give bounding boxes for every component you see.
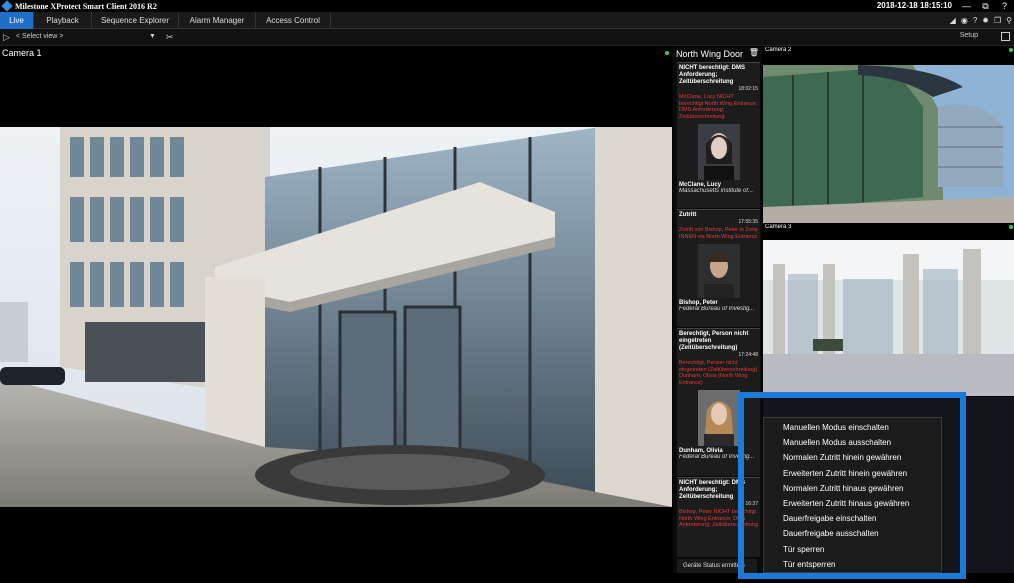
menu-item-grant-extended-access-out[interactable]: Erweiterten Zutritt hinaus gewähren [764,496,941,511]
event-detail: Zutritt von Bishop, Peter in Zone INNEN … [679,227,758,240]
camera-2-label: Camera 2 [765,47,792,53]
menu-item-unlock-door[interactable]: Tür entsperren [764,557,941,572]
camera-3-label: Camera 3 [765,224,792,230]
window-controls: — ⧉ ? [957,0,1014,12]
fullscreen-icon[interactable] [1001,32,1010,41]
camera-2-live-indicator-icon [1009,48,1013,52]
help-icon[interactable]: ? [973,16,977,25]
events-title: North Wing Door 🗑 [673,47,762,61]
setup-button[interactable]: Setup [960,32,978,39]
eye-icon[interactable]: ◉ [961,16,968,25]
tab-toolbar-icons: ◢ ◉ ? ✹ ❐ ⚲ [950,12,1012,29]
cardholder-org: Massachusetts institute of... [679,188,754,194]
door-context-menu: Manuellen Modus einschalten Manuellen Mo… [763,417,942,573]
pin-icon[interactable]: ⚲ [1006,16,1012,25]
app-title: Milestone XProtect Smart Client 2016 R2 [15,1,157,11]
menu-item-lock-door[interactable]: Tür sperren [764,542,941,557]
main-tabs: Live Playback Sequence Explorer Alarm Ma… [0,12,1014,29]
camera-3-view[interactable]: Camera 3 [763,224,1014,396]
restore-button[interactable]: ⧉ [976,0,995,12]
view-toolbar: ▷ < Select view > ▼ ✂ Setup [0,29,1014,46]
event-time: 17:24:48 [738,352,758,358]
delete-icon[interactable]: 🗑 [749,48,759,57]
windows-icon[interactable]: ❐ [994,16,1001,25]
camera-2-view[interactable]: Camera 2 [763,47,1014,223]
event-heading: NICHT berechtigt: DMS Anforderung; Zeitü… [679,65,745,85]
menu-item-grant-extended-access-in[interactable]: Erweiterten Zutritt hinein gewähren [764,466,941,481]
camera-1-label: Camera 1 [2,48,42,58]
camera-icon[interactable]: ◢ [950,16,956,25]
camera-3-image [763,224,1014,396]
milestone-logo-icon [1,0,13,12]
cardholder-photo [697,124,740,180]
menu-item-grant-normal-access-in[interactable]: Normalen Zutritt hinein gewähren [764,450,941,465]
view-pane-toggle-icon[interactable]: ▷ [3,32,10,43]
camera-2-image [763,47,1014,223]
event-heading: Berechtigt, Person nicht eingetreten (Ze… [679,331,749,351]
tab-sequence-explorer[interactable]: Sequence Explorer [92,12,179,29]
chevron-down-icon: ▼ [148,33,156,40]
cardholder-org: Federal Bureau of Investig... [679,306,755,312]
cardholder-photo [697,390,740,446]
tab-access-control[interactable]: Access Control [256,12,331,29]
event-detail: Berechtigt, Person nicht eingetreten (Ze… [679,360,758,386]
event-time: 17:55:35 [738,219,758,225]
view-select-label: < Select view > [15,33,64,40]
title-bar: Milestone XProtect Smart Client 2016 R2 … [0,0,1014,12]
live-indicator-icon [665,51,669,55]
menu-item-grant-normal-access-out[interactable]: Normalen Zutritt hinaus gewähren [764,481,941,496]
tab-alarm-manager[interactable]: Alarm Manager [179,12,256,29]
camera-3-live-indicator-icon [1009,225,1013,229]
tab-live[interactable]: Live [0,12,34,29]
view-select-dropdown[interactable]: < Select view > ▼ [16,31,156,43]
event-time: 18:02:15 [738,86,758,92]
gear-icon[interactable]: ✹ [982,16,989,25]
menu-item-manual-mode-on[interactable]: Manuellen Modus einschalten [764,420,941,435]
menu-item-permanent-release-on[interactable]: Dauerfreigabe einschalten [764,511,941,526]
event-heading: Zutritt [679,212,697,218]
help-button[interactable]: ? [995,0,1014,12]
menu-item-permanent-release-off[interactable]: Dauerfreigabe ausschalten [764,526,941,541]
datetime-display: 2018-12-18 18:15:10 [876,1,952,10]
door-name: North Wing Door [676,49,744,59]
minimize-button[interactable]: — [957,0,976,12]
event-card[interactable]: Zutritt 17:55:35 Zutritt von Bishop, Pet… [677,209,760,327]
camera-1-image [0,127,672,507]
tools-icon[interactable]: ✂ [166,32,174,43]
tab-playback[interactable]: Playback [34,12,92,29]
camera-1-view[interactable]: Camera 1 [0,47,672,573]
event-detail: McClane, Lucy NICHT berechtigt North Win… [679,94,758,120]
event-card[interactable]: NICHT berechtigt: DMS Anforderung; Zeitü… [677,62,760,208]
menu-item-manual-mode-off[interactable]: Manuellen Modus ausschalten [764,435,941,450]
cardholder-photo [697,244,740,298]
